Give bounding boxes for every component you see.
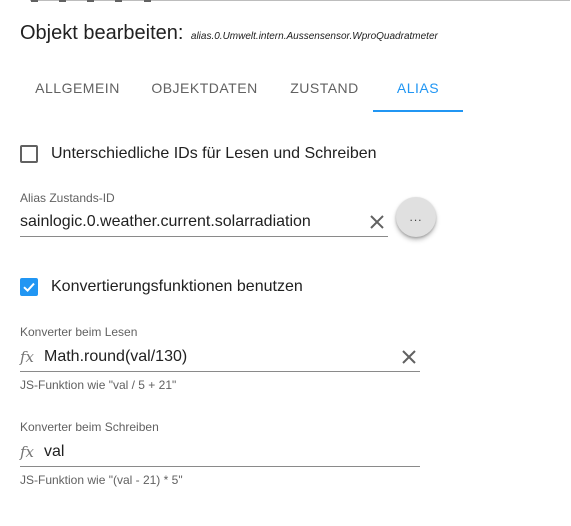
read-converter-helper: JS-Funktion wie "val / 5 + 21": [20, 378, 177, 392]
dialog-title-text: Objekt bearbeiten:: [20, 22, 184, 44]
write-converter-helper: JS-Funktion wie "(val - 21) * 5": [20, 473, 183, 487]
different-ids-row: Unterschiedliche IDs für Lesen und Schre…: [20, 145, 377, 163]
write-converter-field[interactable]: fx val: [20, 437, 420, 467]
clear-icon[interactable]: [398, 346, 420, 368]
tab-allgemein[interactable]: ALLGEMEIN: [20, 68, 135, 112]
write-converter-value[interactable]: val: [44, 443, 420, 461]
read-converter-field[interactable]: fx Math.round(val/130): [20, 342, 420, 372]
tab-zustand[interactable]: ZUSTAND: [282, 68, 367, 112]
top-edge: [0, 0, 571, 2]
toolbar-tick-icon: [144, 0, 151, 2]
read-converter-label: Konverter beim Lesen: [20, 325, 138, 339]
dialog-title: Objekt bearbeiten: alias.0.Umwelt.intern…: [20, 22, 438, 45]
different-ids-checkbox[interactable]: [20, 145, 38, 163]
toolbar-tick-icon: [31, 0, 38, 2]
clear-icon[interactable]: [366, 211, 388, 233]
tab-alias[interactable]: ALIAS: [373, 68, 463, 112]
object-id: alias.0.Umwelt.intern.Aussensensor.WproQ…: [190, 31, 438, 42]
top-divider: [30, 0, 570, 1]
fx-icon: fx: [20, 347, 35, 366]
write-converter-label: Konverter beim Schreiben: [20, 420, 159, 434]
read-converter-value[interactable]: Math.round(val/130): [44, 348, 398, 366]
toolbar-tick-icon: [87, 0, 94, 2]
select-id-button[interactable]: ...: [396, 197, 436, 237]
toolbar-tick-icon: [59, 0, 66, 2]
alias-state-id-field[interactable]: sainlogic.0.weather.current.solarradiati…: [20, 207, 388, 237]
toolbar-tick-icon: [115, 0, 122, 2]
conversion-label: Konvertierungsfunktionen benutzen: [51, 278, 303, 295]
different-ids-label: Unterschiedliche IDs für Lesen und Schre…: [51, 145, 377, 162]
conversion-checkbox[interactable]: [20, 278, 38, 296]
alias-state-id-label: Alias Zustands-ID: [20, 191, 115, 205]
conversion-row: Konvertierungsfunktionen benutzen: [20, 278, 303, 296]
check-icon: [23, 282, 35, 293]
tab-bar: ALLGEMEIN OBJEKTDATEN ZUSTAND ALIAS: [20, 68, 560, 113]
fx-icon: fx: [20, 442, 35, 461]
active-tab-indicator: [373, 110, 463, 112]
alias-state-id-value[interactable]: sainlogic.0.weather.current.solarradiati…: [20, 213, 366, 231]
tab-objektdaten[interactable]: OBJEKTDATEN: [147, 68, 262, 112]
